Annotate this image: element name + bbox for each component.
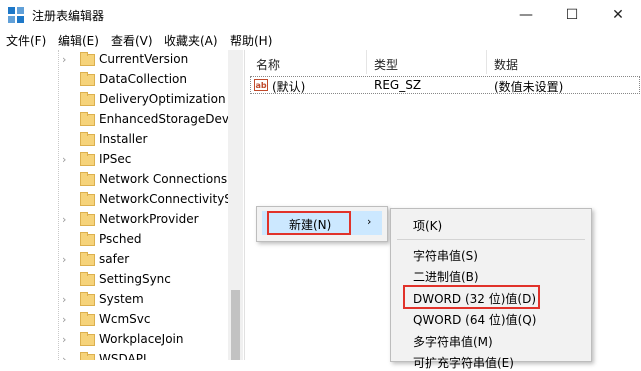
chevron-right-icon[interactable]: › — [62, 213, 66, 226]
tree-item[interactable]: Network Connections — [0, 170, 230, 190]
chevron-right-icon: › — [367, 215, 372, 228]
folder-icon — [80, 112, 95, 126]
tree-item[interactable]: DeliveryOptimization — [0, 90, 230, 110]
tree-item[interactable]: › WSDAPI — [0, 350, 230, 360]
menu-item-binary-value[interactable]: 二进制值(B) — [413, 268, 479, 285]
tree-item-label: DeliveryOptimization — [99, 92, 226, 106]
column-header-name[interactable]: 名称 — [256, 56, 280, 73]
menu-item-dword-value[interactable]: DWORD (32 位)值(D) — [413, 290, 536, 307]
tree-item-label: EnhancedStorageDevi — [99, 112, 233, 126]
folder-icon — [80, 92, 95, 106]
minimize-button[interactable]: — — [503, 0, 549, 30]
menu-help[interactable]: 帮助(H) — [230, 32, 272, 49]
folder-icon — [80, 312, 95, 326]
registry-tree[interactable]: › CurrentVersion DataCollection DeliveryOpt… — [0, 50, 245, 360]
menu-view[interactable]: 查看(V) — [111, 32, 153, 49]
tree-item[interactable]: SettingSync — [0, 270, 230, 290]
menu-item-qword-value[interactable]: QWORD (64 位)值(Q) — [413, 311, 536, 328]
folder-icon — [80, 172, 95, 186]
tree-item-label: WSDAPI — [99, 352, 147, 360]
tree-item-label: NetworkProvider — [99, 212, 199, 226]
tree-item[interactable]: EnhancedStorageDevi — [0, 110, 233, 130]
tree-item-label: Psched — [99, 232, 142, 246]
tree-scrollbar-thumb[interactable] — [231, 290, 240, 360]
tree-item-label: WcmSvc — [99, 312, 151, 326]
tree-item[interactable]: › safer — [0, 250, 230, 270]
tree-item[interactable]: Psched — [0, 230, 230, 250]
folder-icon — [80, 252, 95, 266]
tree-item-label: CurrentVersion — [99, 52, 189, 66]
folder-icon — [80, 232, 95, 246]
folder-icon — [80, 352, 95, 360]
tree-item[interactable]: › IPSec — [0, 150, 230, 170]
window-title: 注册表编辑器 — [32, 9, 105, 23]
string-value-icon: ab — [254, 79, 268, 91]
menu-favorites[interactable]: 收藏夹(A) — [164, 32, 218, 49]
menu-item-multi-string-value[interactable]: 多字符串值(M) — [413, 333, 493, 350]
chevron-right-icon[interactable]: › — [62, 313, 66, 326]
chevron-right-icon[interactable]: › — [62, 253, 66, 266]
menu-bar: 文件(F) 编辑(E) 查看(V) 收藏夹(A) 帮助(H) — [0, 30, 641, 50]
tree-item[interactable]: Installer — [0, 130, 230, 150]
folder-icon — [80, 332, 95, 346]
tree-item-label: DataCollection — [99, 72, 188, 86]
menu-item-key[interactable]: 项(K) — [413, 217, 442, 234]
column-divider[interactable] — [486, 50, 487, 74]
menu-item-expandable-string-value[interactable]: 可扩充字符串值(E) — [413, 354, 514, 371]
column-divider[interactable] — [366, 50, 367, 74]
chevron-right-icon[interactable]: › — [62, 293, 66, 306]
menu-separator — [397, 239, 585, 240]
chevron-right-icon[interactable]: › — [62, 53, 66, 66]
folder-icon — [80, 72, 95, 86]
tree-item-label: WorkplaceJoin — [99, 332, 184, 346]
tree-item-label: SettingSync — [99, 272, 171, 286]
tree-item[interactable]: DataCollection — [0, 70, 230, 90]
title-bar: 注册表编辑器 — ☐ ✕ — [0, 0, 641, 30]
tree-item-label: IPSec — [99, 152, 132, 166]
tree-item[interactable]: › WcmSvc — [0, 310, 230, 330]
tree-item[interactable]: › WorkplaceJoin — [0, 330, 230, 350]
tree-item-label: System — [99, 292, 144, 306]
tree-item-label: safer — [99, 252, 130, 266]
table-row[interactable] — [250, 76, 640, 94]
tree-item-label: Network Connections — [99, 172, 228, 186]
value-name: (默认) — [272, 80, 306, 94]
folder-icon — [80, 212, 95, 226]
column-header-data[interactable]: 数据 — [494, 56, 518, 73]
tree-guide-line — [58, 50, 60, 360]
folder-icon — [80, 192, 95, 206]
tree-item-label: NetworkConnectivitySt — [99, 192, 237, 206]
context-menu: 新建(N) › — [256, 206, 388, 242]
tree-item[interactable]: › System — [0, 290, 230, 310]
tree-item-label: Installer — [99, 132, 148, 146]
close-button[interactable]: ✕ — [595, 0, 641, 30]
column-header-type[interactable]: 类型 — [374, 56, 398, 73]
chevron-right-icon[interactable]: › — [62, 333, 66, 346]
folder-icon — [80, 152, 95, 166]
folder-icon — [80, 272, 95, 286]
folder-icon — [80, 132, 95, 146]
tree-item[interactable]: › CurrentVersion — [0, 50, 230, 70]
tree-item[interactable]: NetworkConnectivitySt — [0, 190, 237, 210]
chevron-right-icon[interactable]: › — [62, 353, 66, 360]
new-submenu: 项(K) 字符串值(S) 二进制值(B) DWORD (32 位)值(D) QW… — [390, 208, 592, 370]
registry-editor-icon — [8, 7, 24, 23]
value-data: (数值未设置) — [494, 80, 564, 94]
folder-icon — [80, 292, 95, 306]
maximize-button[interactable]: ☐ — [549, 0, 595, 30]
folder-icon — [80, 52, 95, 66]
menu-file[interactable]: 文件(F) — [6, 32, 46, 49]
value-type: REG_SZ — [374, 78, 422, 92]
chevron-right-icon[interactable]: › — [62, 153, 66, 166]
menu-item-string-value[interactable]: 字符串值(S) — [413, 247, 478, 264]
menu-edit[interactable]: 编辑(E) — [58, 32, 99, 49]
tree-item[interactable]: › NetworkProvider — [0, 210, 230, 230]
menu-item-new-label: 新建(N) — [289, 218, 332, 232]
